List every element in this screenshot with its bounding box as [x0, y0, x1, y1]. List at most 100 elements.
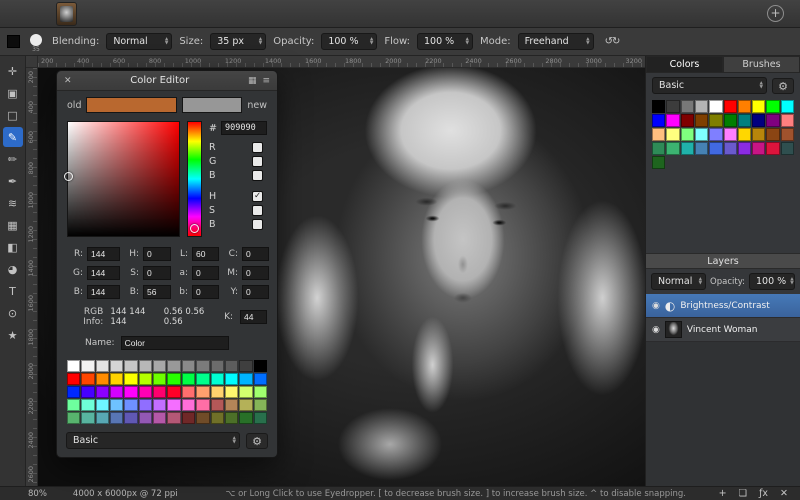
- color-swatch[interactable]: [67, 412, 81, 424]
- new-document-button[interactable]: +: [767, 5, 784, 22]
- eye-icon[interactable]: ◉: [652, 301, 660, 311]
- bb-input[interactable]: [192, 285, 219, 299]
- sb-marker[interactable]: [64, 172, 73, 182]
- color-swatch[interactable]: [766, 100, 780, 113]
- color-swatch[interactable]: [666, 128, 680, 141]
- color-swatch[interactable]: [124, 399, 138, 411]
- text-tool[interactable]: T: [3, 281, 23, 301]
- new-group-icon[interactable]: ❏: [739, 488, 748, 499]
- color-swatch[interactable]: [253, 373, 267, 385]
- color-swatch[interactable]: [780, 114, 794, 127]
- hue-marker[interactable]: [190, 224, 200, 233]
- layer-row-vincent-woman[interactable]: ◉ Vincent Woman: [646, 318, 800, 342]
- color-swatch[interactable]: [153, 360, 167, 372]
- color-swatch[interactable]: [110, 360, 124, 372]
- color-swatch[interactable]: [752, 100, 766, 113]
- color-swatch[interactable]: [67, 373, 81, 385]
- move-tool[interactable]: ✛: [3, 61, 23, 81]
- layer-blend-select[interactable]: Normal ▲ ▼: [651, 273, 707, 290]
- layer-row-brightness-contrast[interactable]: ◉ ◐ Brightness/Contrast: [646, 294, 800, 318]
- smudge-tool[interactable]: ≋: [3, 193, 23, 213]
- color-swatch[interactable]: [666, 114, 680, 127]
- gear-icon[interactable]: ⚙: [246, 432, 268, 449]
- color-swatch[interactable]: [680, 100, 694, 113]
- color-swatch[interactable]: [110, 386, 124, 398]
- k-input[interactable]: [240, 310, 267, 324]
- close-icon[interactable]: ✕: [64, 76, 72, 86]
- color-swatch[interactable]: [680, 114, 694, 127]
- color-swatch[interactable]: [766, 114, 780, 127]
- color-swatch[interactable]: [752, 128, 766, 141]
- checkbox-icon[interactable]: ✓: [252, 141, 264, 153]
- brush-tool[interactable]: ✎: [2, 127, 23, 147]
- c-input[interactable]: [242, 247, 269, 261]
- checkbox-icon[interactable]: ✓: [252, 190, 264, 202]
- color-swatch[interactable]: [95, 360, 110, 372]
- color-name-input[interactable]: [120, 336, 229, 350]
- ink-pen-tool[interactable]: ✒: [3, 171, 23, 191]
- color-swatch[interactable]: [239, 412, 253, 424]
- color-swatch[interactable]: [239, 399, 253, 411]
- color-swatch[interactable]: [81, 360, 95, 372]
- channel-row-r[interactable]: R ✓: [209, 140, 264, 154]
- color-swatch[interactable]: [196, 399, 210, 411]
- color-swatch[interactable]: [752, 142, 766, 155]
- channel-row-b2[interactable]: B ✓: [209, 217, 264, 231]
- color-swatch[interactable]: [652, 114, 666, 127]
- size-select[interactable]: 35 px ▲ ▼: [210, 33, 267, 50]
- r-input[interactable]: [87, 247, 120, 261]
- color-swatch[interactable]: [167, 386, 181, 398]
- color-swatch[interactable]: [95, 373, 110, 385]
- color-swatch[interactable]: [167, 373, 181, 385]
- color-swatch[interactable]: [67, 399, 81, 411]
- color-swatch[interactable]: [124, 386, 138, 398]
- color-swatch[interactable]: [709, 142, 723, 155]
- color-swatch[interactable]: [780, 142, 794, 155]
- color-swatch[interactable]: [723, 114, 737, 127]
- color-swatch[interactable]: [81, 399, 95, 411]
- color-swatch[interactable]: [181, 360, 196, 372]
- mode-select[interactable]: Freehand ▲ ▼: [517, 33, 594, 50]
- hue-slider[interactable]: [187, 121, 203, 237]
- favorites-star-tool[interactable]: ★: [3, 325, 23, 345]
- l-input[interactable]: [192, 247, 219, 261]
- g-input[interactable]: [87, 266, 120, 280]
- color-swatch[interactable]: [239, 373, 253, 385]
- color-swatch[interactable]: [167, 399, 181, 411]
- color-swatch[interactable]: [67, 360, 81, 372]
- color-swatch[interactable]: [766, 128, 780, 141]
- color-swatch[interactable]: [181, 386, 196, 398]
- color-swatch[interactable]: [81, 386, 95, 398]
- color-swatch[interactable]: [694, 114, 709, 127]
- channel-row-b[interactable]: B ✓: [209, 168, 264, 182]
- crop-tool[interactable]: ▣: [3, 83, 23, 103]
- gear-icon[interactable]: ⚙: [772, 77, 794, 94]
- color-swatch[interactable]: [110, 412, 124, 424]
- color-swatch[interactable]: [737, 114, 752, 127]
- color-swatch[interactable]: [81, 373, 95, 385]
- color-swatch[interactable]: [652, 128, 666, 141]
- color-swatch[interactable]: [224, 412, 239, 424]
- checkbox-icon[interactable]: ✓: [252, 218, 264, 230]
- color-swatch[interactable]: [181, 399, 196, 411]
- color-swatch[interactable]: [153, 373, 167, 385]
- color-swatch[interactable]: [81, 412, 95, 424]
- color-swatch[interactable]: [153, 386, 167, 398]
- eye-icon[interactable]: ◉: [652, 325, 660, 335]
- color-swatch[interactable]: [723, 100, 737, 113]
- a-input[interactable]: [192, 266, 219, 280]
- color-swatch[interactable]: [224, 399, 239, 411]
- color-swatch[interactable]: [138, 360, 153, 372]
- channel-row-s[interactable]: S ✓: [209, 203, 264, 217]
- layer-opacity-select[interactable]: 100 % ▲ ▼: [749, 273, 795, 290]
- opacity-select[interactable]: 100 % ▲ ▼: [321, 33, 378, 50]
- color-swatch[interactable]: [253, 386, 267, 398]
- effects-fx-icon[interactable]: ƒx: [759, 488, 768, 499]
- color-swatch[interactable]: [680, 142, 694, 155]
- color-swatch[interactable]: [210, 412, 224, 424]
- color-swatch[interactable]: [239, 360, 253, 372]
- color-swatch[interactable]: [652, 100, 666, 113]
- stroke-smoothing-icon[interactable]: ↺↻: [601, 34, 624, 49]
- add-layer-icon[interactable]: +: [719, 488, 727, 499]
- checkbox-icon[interactable]: ✓: [252, 169, 264, 181]
